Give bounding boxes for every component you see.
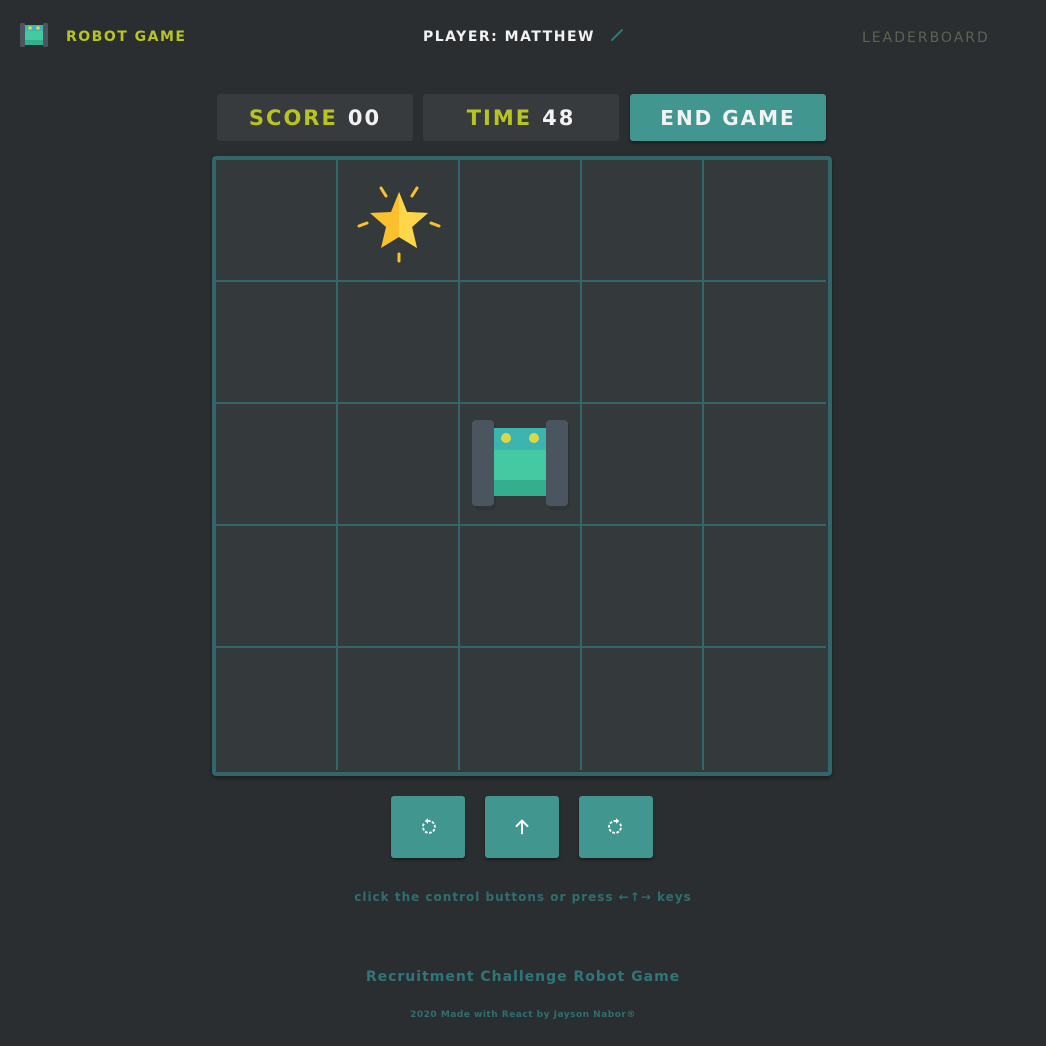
board-cell (338, 282, 460, 404)
board-cell (704, 648, 826, 770)
board-cell (460, 160, 582, 282)
arrow-up-icon (515, 819, 529, 835)
board-cell (460, 526, 582, 648)
rotate-left-icon (422, 818, 436, 834)
board-cell (582, 526, 704, 648)
time-label: TIME (466, 105, 533, 130)
board-cell (704, 160, 826, 282)
board-cell (460, 282, 582, 404)
robot-icon (472, 420, 570, 510)
footer-credit: 2020 Made with React by Jayson Nabor® (410, 1010, 636, 1020)
board-cell (704, 404, 826, 526)
score-panel: SCORE 00 (217, 94, 413, 141)
board-cell (216, 160, 338, 282)
board-cell (216, 282, 338, 404)
board-cell (338, 648, 460, 770)
time-value: 48 (542, 105, 576, 130)
board-cell (582, 160, 704, 282)
board-cell (460, 648, 582, 770)
rotate-left-button[interactable] (391, 796, 465, 858)
rotate-right-button[interactable] (579, 796, 653, 858)
board-cell (216, 526, 338, 648)
player-name: PLAYER: MATTHEW (423, 29, 595, 45)
score-label: SCORE (248, 105, 338, 130)
board-cell (704, 526, 826, 648)
board-cell (704, 282, 826, 404)
board-cell (460, 404, 582, 526)
time-panel: TIME 48 (423, 94, 619, 141)
star-icon (357, 186, 441, 263)
board-cell (582, 404, 704, 526)
controls-hint: click the control buttons or press ←↑→ k… (354, 890, 692, 904)
robot-logo-icon (20, 23, 48, 47)
move-forward-button[interactable] (485, 796, 559, 858)
score-value: 00 (347, 105, 382, 130)
board-cell (338, 160, 460, 282)
footer-title: Recruitment Challenge Robot Game (365, 969, 681, 985)
board-cell (338, 404, 460, 526)
board-cell (582, 648, 704, 770)
board-cell (582, 282, 704, 404)
leaderboard-link[interactable]: LEADERBOARD (862, 30, 990, 46)
board-cell (216, 404, 338, 526)
end-game-button[interactable]: END GAME (630, 94, 826, 141)
app-title[interactable]: ROBOT GAME (66, 29, 187, 45)
game-board (212, 156, 832, 776)
rotate-right-icon (608, 818, 622, 834)
top-bar: ROBOT GAME PLAYER: MATTHEW LEADERBOARD (0, 0, 1046, 74)
board-cell (338, 526, 460, 648)
board-cell (216, 648, 338, 770)
pencil-icon[interactable] (610, 28, 624, 42)
